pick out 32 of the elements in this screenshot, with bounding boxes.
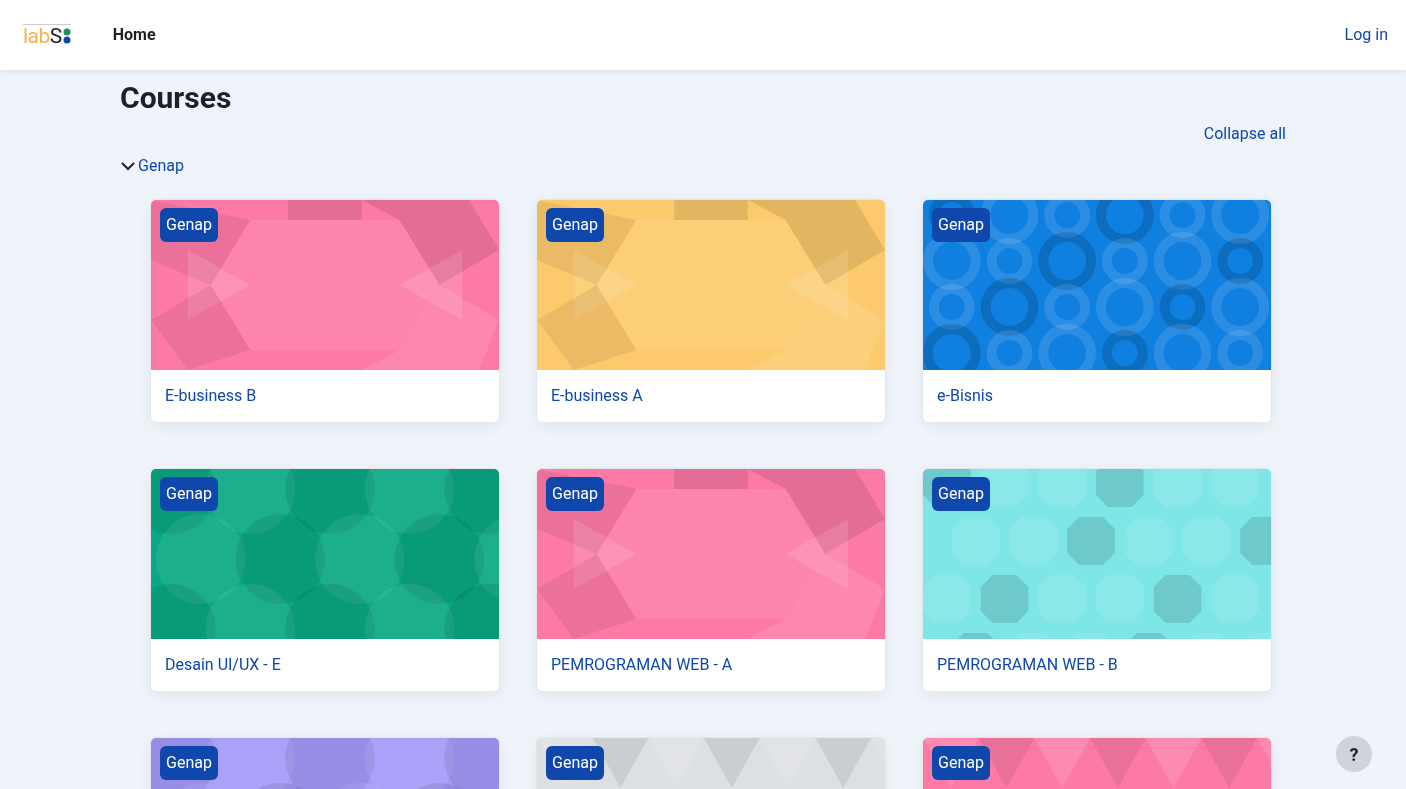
category-badge: Genap — [546, 477, 604, 511]
course-card[interactable]: Genap E-business A — [536, 199, 886, 423]
logo[interactable]: labS — [23, 23, 71, 47]
category-badge: Genap — [160, 746, 218, 780]
course-card[interactable]: Genap e-Bisnis — [922, 199, 1272, 423]
category-badge: Genap — [932, 208, 990, 242]
category-badge: Genap — [546, 746, 604, 780]
course-card[interactable]: Genap PEMROGRAMAN WEB - A — [536, 468, 886, 692]
course-name[interactable]: PEMROGRAMAN WEB - B — [937, 653, 1118, 677]
collapse-all-link[interactable]: Collapse all — [1203, 122, 1286, 146]
course-name[interactable]: e-Bisnis — [937, 384, 993, 408]
category-badge: Genap — [160, 477, 218, 511]
dots-icon — [62, 28, 71, 44]
category-badge: Genap — [546, 208, 604, 242]
course-name[interactable]: E-business A — [551, 384, 643, 408]
category-badge: Genap — [932, 477, 990, 511]
course-name[interactable]: E-business B — [165, 384, 257, 408]
course-card[interactable]: Genap — [150, 737, 500, 789]
category-badge: Genap — [160, 208, 218, 242]
course-card[interactable]: Genap Desain UI/UX - E — [150, 468, 500, 692]
nav-link[interactable]: Home — [112, 23, 156, 47]
course-card[interactable]: Genap — [922, 737, 1272, 789]
category-badge: Genap — [932, 746, 990, 780]
course-name[interactable]: Desain UI/UX - E — [165, 653, 281, 677]
help-button[interactable]: ? — [1336, 736, 1372, 772]
course-card[interactable]: Genap E-business B — [150, 199, 500, 423]
login-link[interactable]: Log in — [1344, 23, 1388, 47]
section-toggle[interactable]: Genap — [120, 154, 184, 178]
course-name[interactable]: PEMROGRAMAN WEB - A — [551, 653, 733, 677]
page-title: Courses — [120, 80, 233, 116]
course-card[interactable]: Genap — [536, 737, 886, 789]
course-card[interactable]: Genap PEMROGRAMAN WEB - B — [922, 468, 1272, 692]
